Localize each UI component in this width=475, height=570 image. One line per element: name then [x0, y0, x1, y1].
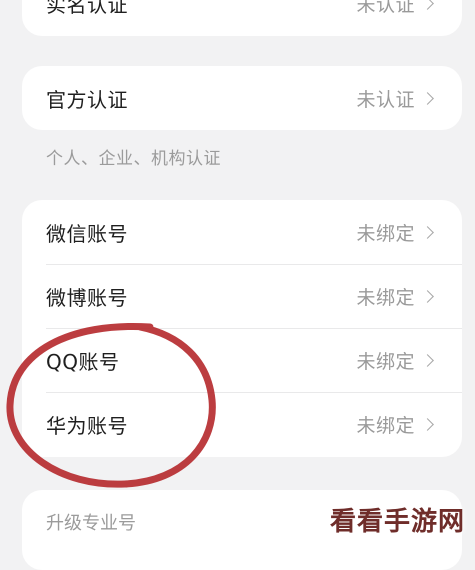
chevron-right-icon	[421, 417, 434, 431]
linked-accounts-card: 微信账号 未绑定 微博账号 未绑定 QQ账号 未绑定 华为账号 未绑定	[22, 200, 462, 457]
chevron-right-icon	[421, 0, 434, 10]
chevron-right-icon	[421, 91, 434, 105]
verification-note: 个人、企业、机构认证	[46, 149, 221, 169]
watermark-text: 看看手游网	[329, 507, 465, 537]
real-name-card: 实名认证 未认证	[22, 0, 462, 36]
qq-account-label: QQ账号	[46, 349, 120, 374]
real-name-status: 未认证	[356, 0, 415, 16]
upgrade-professional-label[interactable]: 升级专业号	[46, 509, 136, 535]
wechat-account-row[interactable]: 微信账号 未绑定	[22, 200, 462, 264]
weibo-account-label: 微博账号	[46, 285, 128, 310]
wechat-account-status: 未绑定	[356, 222, 415, 245]
qq-account-status: 未绑定	[356, 350, 415, 373]
official-verification-label: 官方认证	[46, 87, 128, 112]
chevron-right-icon	[421, 289, 434, 303]
weibo-account-status: 未绑定	[356, 286, 415, 309]
real-name-row[interactable]: 实名认证 未认证	[22, 0, 462, 36]
huawei-account-row[interactable]: 华为账号 未绑定	[22, 392, 462, 456]
official-verification-row[interactable]: 官方认证 未认证	[22, 66, 462, 130]
huawei-account-label: 华为账号	[46, 413, 128, 438]
chevron-right-icon	[421, 225, 434, 239]
watermark: 看看手游网	[330, 501, 465, 538]
chevron-right-icon	[421, 353, 434, 367]
weibo-account-row[interactable]: 微博账号 未绑定	[22, 264, 462, 328]
real-name-label: 实名认证	[46, 0, 128, 17]
official-verification-status: 未认证	[356, 88, 415, 111]
wechat-account-label: 微信账号	[46, 221, 128, 246]
huawei-account-status: 未绑定	[356, 414, 415, 437]
official-verification-card: 官方认证 未认证	[22, 66, 462, 130]
qq-account-row[interactable]: QQ账号 未绑定	[22, 328, 462, 392]
